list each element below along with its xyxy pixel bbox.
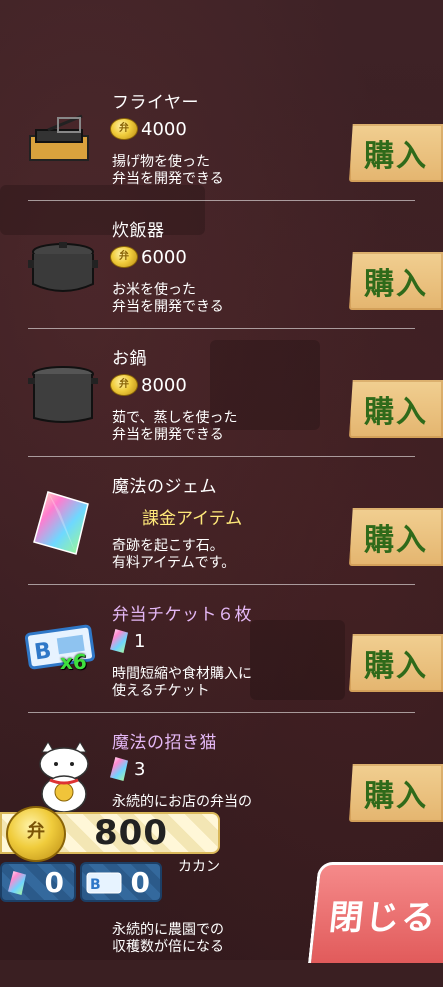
gem-icon [110,629,128,653]
gem-balance: 0 [0,862,76,902]
shop-item-magic-gem: 魔法のジェム 課金アイテム 奇跡を起こす石。 有料アイテムです。 購入 [0,472,443,599]
item-price: 弁 8000 [110,372,187,398]
item-description: 奇跡を起こす石。 有料アイテムです。 [112,538,236,571]
rice-cooker-icon [28,242,98,292]
pot-icon [28,366,98,423]
item-description: 揚げ物を使った 弁当を開発できる [112,154,224,187]
buy-button[interactable]: 購入 [349,124,443,182]
ticket-icon: B [86,872,122,894]
item-name: お鍋 [112,349,147,369]
item-name: フライヤー [112,93,199,113]
gem-icon [8,871,26,895]
divider [28,584,415,585]
ticket-balance: B 0 [80,862,162,902]
item-price: 弁 4000 [110,116,187,142]
coin-icon: 弁 [110,246,138,268]
divider [28,328,415,329]
shop-item-pot: お鍋 弁 8000 茹で、蒸しを使った 弁当を開発できる 購入 [0,344,443,471]
hidden-menu-label: カカン [178,859,220,875]
item-description: 茹で、蒸しを使った 弁当を開発できる [112,410,238,443]
divider [28,456,415,457]
ticket-icon: B x6 [24,624,96,674]
coin-icon: 弁 [110,118,138,140]
fryer-icon [29,114,89,161]
divider [28,712,415,713]
item-description: 時間短縮や食材購入に 使えるチケット [112,666,252,699]
item-name: 炊飯器 [112,221,165,241]
shop-item-fryer: フライヤー 弁 4000 揚げ物を使った 弁当を開発できる 購入 [0,88,443,215]
shop-item-rice-cooker: 炊飯器 弁 6000 お米を使った 弁当を開発できる 購入 [0,216,443,343]
buy-button[interactable]: 購入 [349,252,443,310]
close-button[interactable]: 閉じる [308,862,443,963]
item-name: 弁当チケット６枚 [112,605,252,625]
svg-text:B: B [90,877,101,893]
paid-item-label: 課金アイテム [142,509,243,529]
buy-button[interactable]: 購入 [349,508,443,566]
lucky-cat-icon [39,742,89,812]
gem-icon [110,757,128,781]
coin-icon: 弁 [6,806,66,862]
coin-icon: 弁 [110,374,138,396]
buy-button[interactable]: 購入 [349,634,443,692]
item-price: 3 [110,756,145,782]
item-description: お米を使った 弁当を開発できる [112,282,224,315]
item-name: 魔法の招き猫 [112,733,217,753]
svg-text:B: B [33,638,53,665]
divider [28,200,415,201]
item-price: 弁 6000 [110,244,187,270]
buy-button[interactable]: 購入 [349,380,443,438]
shop-item-bento-tickets: 弁当チケット６枚 1 時間短縮や食材購入に 使えるチケット B x6 購入 [0,600,443,727]
item-name: 魔法のジェム [112,477,217,497]
item-description: 永続的にお店の弁当の [112,794,252,810]
item-description: 永続的に農園での 収穫数が倍になる [112,922,224,955]
buy-button[interactable]: 購入 [349,764,443,822]
ticket-count-badge: x6 [60,650,87,674]
gem-icon [33,491,89,555]
item-price: 1 [110,628,145,654]
